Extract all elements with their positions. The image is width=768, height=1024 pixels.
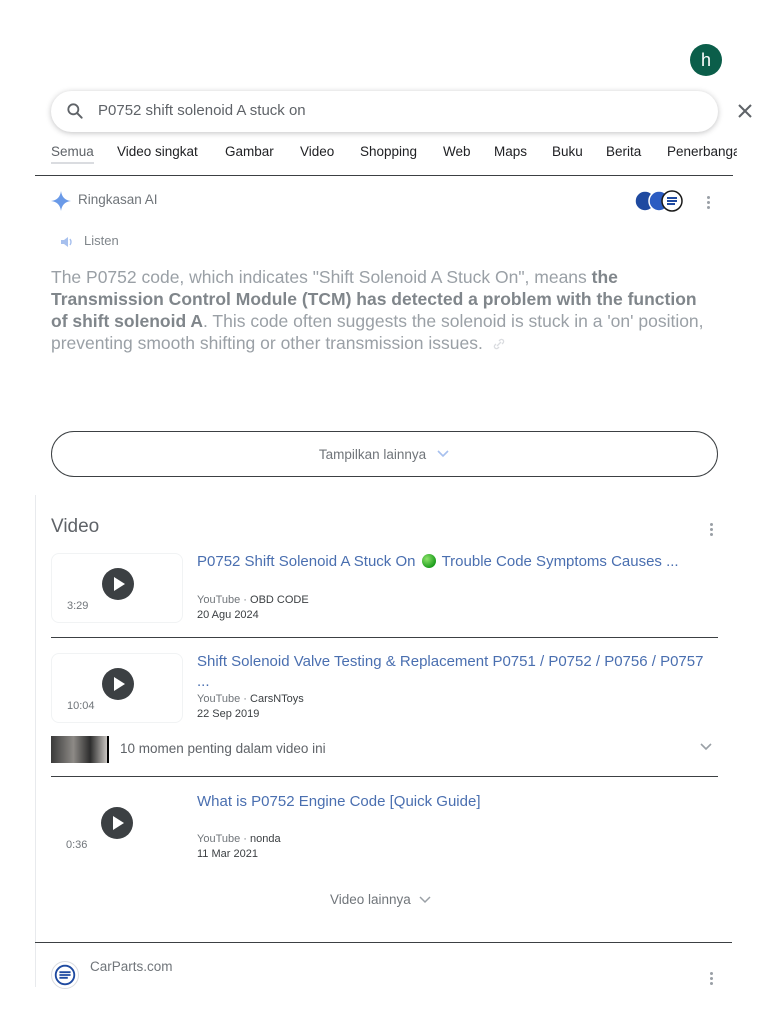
source-logos-icon[interactable]	[634, 190, 684, 212]
chevron-down-icon[interactable]	[699, 742, 713, 752]
video-source: YouTube · nonda	[197, 833, 281, 845]
result-site-name[interactable]: CarParts.com	[90, 959, 173, 974]
video-title[interactable]: What is P0752 Engine Code [Quick Guide]	[197, 792, 717, 812]
more-videos-label: Video lainnya	[330, 892, 411, 907]
ai-overview-menu-icon[interactable]	[707, 196, 711, 211]
play-icon	[102, 668, 134, 700]
videos-heading: Video	[51, 516, 100, 537]
divider	[35, 175, 733, 176]
video-date: 11 Mar 2021	[197, 848, 258, 860]
tab-shopping[interactable]: Shopping	[360, 144, 417, 159]
videos-menu-icon[interactable]	[710, 523, 714, 538]
divider	[35, 942, 732, 943]
tab-images[interactable]: Gambar	[225, 144, 274, 159]
tab-short-videos[interactable]: Video singkat	[117, 144, 198, 159]
tab-news[interactable]: Berita	[606, 144, 641, 159]
play-icon	[102, 568, 134, 600]
side-rule	[35, 495, 36, 987]
key-moments-label: 10 momen penting dalam video ini	[120, 741, 326, 756]
video-result[interactable]: 0:36 What is P0752 Engine Code [Quick Gu…	[51, 792, 718, 867]
video-title[interactable]: P0752 Shift Solenoid A Stuck On Trouble …	[197, 552, 717, 572]
more-videos-button[interactable]: Video lainnya	[330, 892, 431, 907]
video-duration: 3:29	[67, 600, 89, 612]
video-thumbnail[interactable]: 10:04	[51, 653, 183, 723]
tab-maps[interactable]: Maps	[494, 144, 527, 159]
chevron-down-icon	[419, 895, 431, 903]
key-moments-row[interactable]: 10 momen penting dalam video ini	[51, 736, 718, 764]
search-icon[interactable]	[65, 101, 85, 121]
video-duration: 10:04	[67, 700, 95, 712]
tab-web[interactable]: Web	[443, 144, 471, 159]
search-tabs: Semua Video singkat Gambar Video Shoppin…	[51, 140, 737, 170]
listen-button[interactable]: Listen	[84, 233, 119, 248]
video-thumbnail[interactable]: 3:29	[51, 553, 183, 623]
key-moments-thumbnail	[51, 736, 109, 763]
show-more-button[interactable]: Tampilkan lainnya	[51, 431, 718, 477]
link-icon[interactable]	[493, 338, 505, 350]
video-date: 20 Agu 2024	[197, 609, 259, 621]
clear-icon[interactable]	[735, 101, 755, 121]
play-icon	[101, 807, 133, 839]
video-date: 22 Sep 2019	[197, 708, 260, 720]
site-favicon-icon[interactable]	[51, 961, 79, 989]
chevron-down-icon	[437, 450, 449, 458]
ai-sparkle-icon	[51, 191, 71, 211]
show-more-label: Tampilkan lainnya	[318, 446, 427, 462]
ai-overview-label: Ringkasan AI	[78, 192, 158, 207]
tab-all[interactable]: Semua	[51, 144, 94, 159]
video-source: YouTube · CarsNToys	[197, 693, 304, 705]
search-input[interactable]: P0752 shift solenoid A stuck on	[98, 102, 306, 119]
divider	[51, 637, 718, 638]
search-box[interactable]: P0752 shift solenoid A stuck on	[51, 91, 752, 132]
tab-flights[interactable]: Penerbangan	[667, 144, 737, 159]
video-title[interactable]: Shift Solenoid Valve Testing & Replaceme…	[197, 652, 717, 692]
divider	[51, 776, 718, 777]
active-tab-indicator	[51, 162, 94, 164]
account-avatar[interactable]: h	[690, 44, 722, 76]
video-source: YouTube · OBD CODE	[197, 594, 309, 606]
result-menu-icon[interactable]	[710, 972, 714, 987]
video-thumbnail[interactable]: 0:36	[51, 793, 183, 863]
video-duration: 0:36	[66, 839, 88, 851]
video-result[interactable]: 10:04 Shift Solenoid Valve Testing & Rep…	[51, 652, 718, 727]
green-dot-icon	[421, 554, 436, 568]
speaker-icon[interactable]	[60, 235, 76, 249]
tab-videos[interactable]: Video	[300, 144, 334, 159]
video-result[interactable]: 3:29 P0752 Shift Solenoid A Stuck On Tro…	[51, 552, 718, 632]
tab-books[interactable]: Buku	[552, 144, 583, 159]
ai-overview-text: The P0752 code, which indicates "Shift S…	[51, 267, 704, 353]
